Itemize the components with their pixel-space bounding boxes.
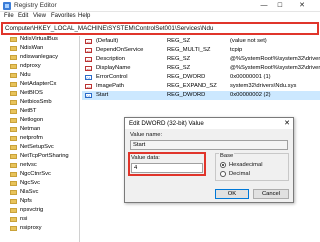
base-group: Base Hexadecimal Decimal bbox=[215, 153, 289, 181]
folder-icon bbox=[10, 171, 17, 177]
tree-item[interactable]: netprofm bbox=[10, 135, 43, 144]
tree-item[interactable]: NetSetupSvc bbox=[10, 144, 54, 153]
folder-icon bbox=[10, 72, 17, 78]
tree-item[interactable]: NgcCtnrSvc bbox=[10, 171, 51, 180]
tree-item[interactable]: NdisWan bbox=[10, 45, 43, 54]
tree-item[interactable]: NetbiosSmb bbox=[10, 99, 52, 108]
menu-favorites[interactable]: Favorites bbox=[51, 13, 76, 19]
folder-icon bbox=[10, 225, 17, 231]
folder-icon bbox=[10, 126, 17, 132]
tree-item[interactable]: npsvctrig bbox=[10, 207, 43, 216]
string-value-icon: ab bbox=[85, 57, 92, 63]
folder-icon bbox=[10, 90, 17, 96]
binary-value-icon: 01 bbox=[85, 75, 92, 81]
tree-item[interactable]: NetAdapterCx bbox=[10, 81, 56, 90]
folder-icon bbox=[10, 189, 17, 195]
tree-item[interactable]: nsiproxy bbox=[10, 225, 42, 234]
string-value-icon: ab bbox=[85, 39, 92, 45]
key-tree[interactable]: NdisVirtualBus NdisWan ndiswanlegacy ndp… bbox=[0, 36, 80, 242]
value-row-selected[interactable]: 01 Start REG_DWORD 0x00000002 (2) bbox=[82, 91, 320, 100]
window-title: Registry Editor bbox=[14, 2, 57, 9]
address-bar[interactable]: Computer\HKEY_LOCAL_MACHINE\SYSTEM\Contr… bbox=[1, 22, 319, 35]
tree-item[interactable]: Npfs bbox=[10, 198, 32, 207]
folder-icon bbox=[10, 162, 17, 168]
tree-item[interactable]: ndproxy bbox=[10, 63, 41, 72]
binary-value-icon: 01 bbox=[85, 93, 92, 99]
value-data-input[interactable]: 4 bbox=[131, 163, 203, 173]
tree-item[interactable]: NetTcpPortSharing bbox=[10, 153, 69, 162]
menu-edit[interactable]: Edit bbox=[18, 13, 28, 19]
folder-icon bbox=[10, 207, 17, 213]
maximize-button[interactable]: ☐ bbox=[272, 0, 288, 12]
menu-file[interactable]: File bbox=[4, 13, 14, 19]
value-row[interactable]: ab ImagePath REG_EXPAND_SZ system32\driv… bbox=[82, 82, 320, 91]
menu-help[interactable]: Help bbox=[78, 13, 90, 19]
dialog-title-bar: Edit DWORD (32-bit) Value ✕ bbox=[125, 118, 293, 129]
value-name-field: Start bbox=[130, 140, 288, 150]
folder-icon bbox=[10, 198, 17, 204]
dialog-close-button[interactable]: ✕ bbox=[284, 119, 290, 127]
tree-item[interactable]: nsi bbox=[10, 216, 27, 225]
base-label: Base bbox=[219, 153, 235, 159]
dialog-title: Edit DWORD (32-bit) Value bbox=[129, 120, 204, 127]
tree-item[interactable]: netvsc bbox=[10, 162, 37, 171]
ok-button[interactable]: OK bbox=[215, 189, 249, 199]
folder-icon bbox=[10, 36, 17, 42]
folder-icon bbox=[10, 180, 17, 186]
folder-icon bbox=[10, 135, 17, 141]
cancel-button[interactable]: Cancel bbox=[253, 189, 289, 199]
folder-icon bbox=[10, 45, 17, 51]
folder-icon bbox=[10, 63, 17, 69]
folder-icon bbox=[10, 216, 17, 222]
folder-icon bbox=[10, 117, 17, 123]
tree-item-selected[interactable]: Ndu bbox=[10, 72, 31, 81]
value-row[interactable]: ab (Default) REG_SZ (value not set) bbox=[82, 37, 320, 46]
folder-icon bbox=[10, 108, 17, 114]
value-data-label: Value data: bbox=[131, 155, 160, 161]
decimal-radio[interactable] bbox=[220, 171, 226, 177]
tree-item[interactable]: NlaSvc bbox=[10, 189, 38, 198]
tree-item[interactable]: NetBT bbox=[10, 108, 36, 117]
tree-item[interactable]: NgcSvc bbox=[10, 180, 40, 189]
tree-item[interactable]: NetBIOS bbox=[10, 90, 43, 99]
value-name-label: Value name: bbox=[130, 132, 163, 138]
folder-icon bbox=[10, 99, 17, 105]
hexadecimal-radio[interactable] bbox=[220, 162, 226, 168]
folder-icon bbox=[10, 144, 17, 150]
string-value-icon: ab bbox=[85, 66, 92, 72]
edit-dword-dialog: Edit DWORD (32-bit) Value ✕ Value name: … bbox=[124, 117, 294, 203]
tree-item[interactable]: Netman bbox=[10, 126, 40, 135]
value-row[interactable]: ab DisplayName REG_SZ @%SystemRoot%\syst… bbox=[82, 64, 320, 73]
tree-item[interactable]: ndiswanlegacy bbox=[10, 54, 58, 63]
folder-icon bbox=[10, 54, 17, 60]
close-button[interactable]: ✕ bbox=[294, 0, 310, 12]
registry-editor-icon bbox=[3, 2, 11, 10]
minimize-button[interactable]: — bbox=[256, 0, 272, 12]
hexadecimal-label: Hexadecimal bbox=[229, 162, 263, 168]
decimal-label: Decimal bbox=[229, 171, 250, 177]
folder-icon bbox=[10, 153, 17, 159]
address-path: Computer\HKEY_LOCAL_MACHINE\SYSTEM\Contr… bbox=[5, 25, 214, 32]
title-bar: Registry Editor — ☐ ✕ bbox=[0, 0, 320, 12]
value-row[interactable]: ab DependOnService REG_MULTI_SZ tcpip bbox=[82, 46, 320, 55]
string-value-icon: ab bbox=[85, 84, 92, 90]
folder-icon bbox=[10, 81, 17, 87]
menu-view[interactable]: View bbox=[33, 13, 46, 19]
value-row[interactable]: ab Description REG_SZ @%SystemRoot%\syst… bbox=[82, 55, 320, 64]
tree-item[interactable]: NdisVirtualBus bbox=[10, 36, 58, 45]
value-row[interactable]: 01 ErrorControl REG_DWORD 0x00000001 (1) bbox=[82, 73, 320, 82]
tree-item[interactable]: Netlogon bbox=[10, 117, 43, 126]
string-value-icon: ab bbox=[85, 48, 92, 54]
menu-bar: File Edit View Favorites Help bbox=[0, 12, 320, 22]
